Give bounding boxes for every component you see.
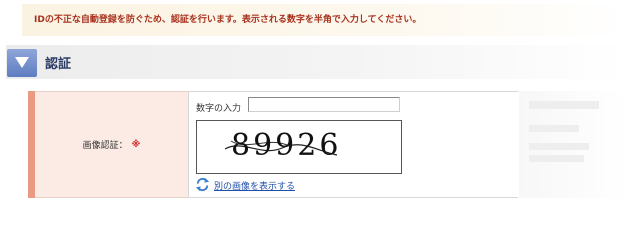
section-title: 認証 [45,57,72,72]
captcha-label: 画像認証： [82,141,128,151]
refresh-captcha-link[interactable]: 別の画像を表示する [214,179,295,192]
captcha-input-label: 数字の入力 [196,104,242,114]
row-accent-stripe [28,91,35,198]
captcha-input[interactable] [248,97,400,112]
section-header [6,45,627,79]
captcha-label-cell: 画像認証： ※ [35,91,188,198]
captcha-notice: IDの不正な自動登録を防ぐため、認証を行います。表示される数字を半角で入力してく… [22,4,627,36]
triangle-down-icon [15,57,29,68]
faded-side-panel [519,91,627,198]
required-mark: ※ [131,139,141,150]
captcha-text: 89926 [231,128,342,163]
refresh-icon[interactable] [195,177,210,192]
section-toggle-button[interactable] [7,49,37,77]
captcha-image: 89926 [196,120,402,174]
